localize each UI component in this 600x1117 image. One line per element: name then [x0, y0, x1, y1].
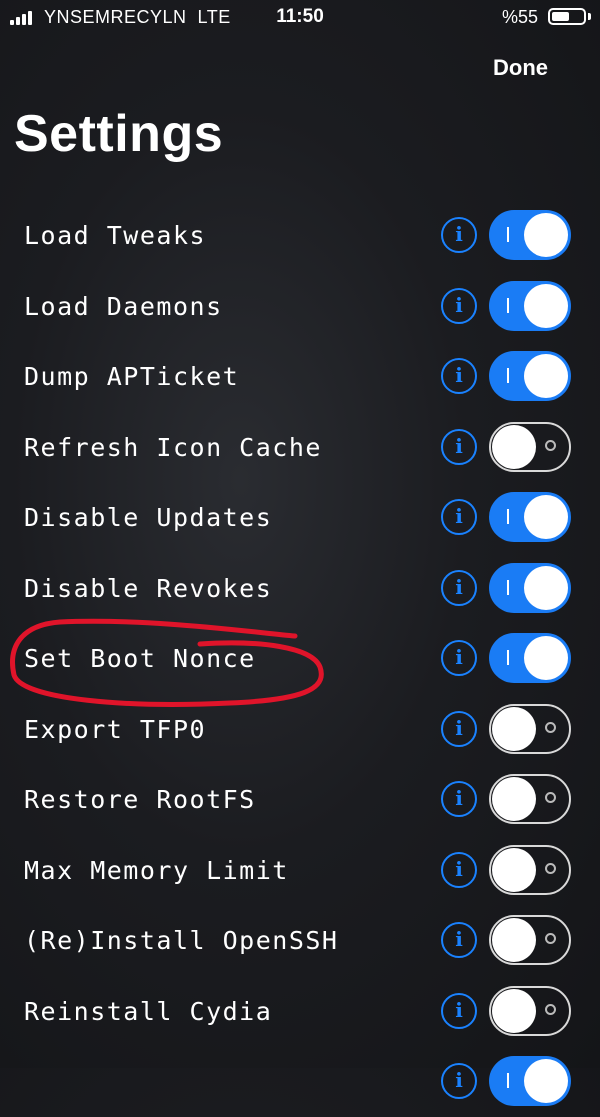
info-icon[interactable]: i: [441, 922, 477, 958]
setting-label: Dump APTicket: [24, 362, 240, 391]
toggle-knob: [524, 1059, 568, 1103]
toggle-on-mark: [507, 368, 509, 383]
info-icon[interactable]: i: [441, 569, 477, 606]
setting-toggle[interactable]: [489, 1056, 571, 1106]
info-icon[interactable]: i: [441, 217, 477, 253]
setting-toggle[interactable]: [489, 703, 571, 754]
battery-tip: [588, 13, 591, 20]
setting-row: Disable Revokes i: [0, 553, 600, 624]
info-icon[interactable]: i: [441, 640, 477, 676]
toggle-off-mark: [545, 1003, 556, 1015]
info-icon[interactable]: i: [441, 499, 477, 535]
done-button[interactable]: Done: [493, 55, 548, 81]
setting-row: Reinstall Cydia i: [0, 976, 600, 1047]
toggle-knob: [524, 354, 568, 398]
setting-label: Export TFP0: [24, 714, 207, 744]
toggle-on-mark: [507, 297, 509, 313]
info-icon[interactable]: i: [441, 992, 477, 1029]
info-icon[interactable]: i: [441, 851, 477, 888]
setting-toggle[interactable]: [489, 915, 571, 965]
setting-row: Max Memory Limit i: [0, 835, 600, 906]
toggle-knob: [524, 636, 568, 680]
toggle-knob: [492, 847, 536, 892]
setting-toggle[interactable]: [489, 774, 571, 824]
toggle-knob: [492, 706, 536, 751]
setting-row: Load Daemons i: [0, 271, 600, 342]
toggle-on-mark: [507, 579, 509, 595]
setting-row: (Re)Install OpenSSH i: [0, 905, 600, 976]
setting-label: Disable Revokes: [24, 573, 273, 603]
page-title: Settings: [14, 105, 224, 163]
toggle-on-mark: [507, 227, 509, 242]
setting-row: Refresh Icon Cache i: [0, 412, 600, 483]
setting-label: Load Tweaks: [24, 221, 207, 250]
setting-toggle[interactable]: [489, 351, 571, 401]
setting-toggle[interactable]: [489, 844, 571, 895]
setting-toggle[interactable]: [489, 280, 571, 331]
toggle-knob: [524, 213, 568, 257]
toggle-knob: [524, 495, 568, 539]
info-icon[interactable]: i: [441, 710, 477, 747]
setting-toggle[interactable]: [489, 210, 571, 260]
setting-toggle[interactable]: [489, 421, 571, 472]
info-icon[interactable]: i: [441, 287, 477, 324]
toggle-off-mark: [545, 862, 556, 874]
toggle-on-mark: [507, 509, 509, 524]
setting-label: Set Boot Nonce: [24, 644, 256, 673]
setting-label: Restore RootFS: [24, 785, 256, 814]
toggle-off-mark: [545, 792, 556, 803]
toggle-knob: [492, 777, 536, 821]
setting-row: Load Tweaks i: [0, 200, 600, 271]
toggle-off-mark: [545, 439, 556, 451]
info-icon[interactable]: i: [441, 358, 477, 394]
setting-label: Refresh Icon Cache: [24, 432, 322, 462]
info-icon[interactable]: i: [441, 428, 477, 465]
setting-row: i: [0, 1046, 600, 1117]
toggle-knob: [492, 918, 536, 962]
setting-row: Restore RootFS i: [0, 764, 600, 835]
toggle-off-mark: [545, 933, 556, 944]
toggle-knob: [524, 565, 568, 610]
setting-toggle[interactable]: [489, 985, 571, 1036]
toggle-knob: [492, 988, 536, 1033]
setting-label: Load Daemons: [24, 291, 223, 321]
battery-icon: [548, 8, 586, 25]
setting-label: (Re)Install OpenSSH: [24, 926, 339, 955]
setting-row: Set Boot Nonce i: [0, 623, 600, 694]
setting-label: Max Memory Limit: [24, 855, 289, 885]
setting-row: Dump APTicket i: [0, 341, 600, 412]
toggle-knob: [492, 424, 536, 469]
setting-label: Disable Updates: [24, 503, 273, 532]
toggle-on-mark: [507, 650, 509, 665]
info-icon[interactable]: i: [441, 781, 477, 817]
setting-row: Disable Updates i: [0, 482, 600, 553]
info-icon[interactable]: i: [441, 1063, 477, 1099]
setting-toggle[interactable]: [489, 562, 571, 613]
setting-label: Reinstall Cydia: [24, 996, 273, 1026]
status-bar: YNSEMRECYLN LTE 11:50 %55: [0, 0, 600, 36]
setting-toggle[interactable]: [489, 633, 571, 683]
battery-percent: %55: [501, 7, 538, 27]
setting-row: Export TFP0 i: [0, 694, 600, 765]
settings-list: Load Tweaks i Load Daemons i Dump APTicket i R…: [0, 200, 600, 1117]
toggle-off-mark: [545, 721, 556, 733]
toggle-on-mark: [507, 1073, 509, 1088]
setting-toggle[interactable]: [489, 492, 571, 542]
toggle-knob: [524, 283, 568, 328]
